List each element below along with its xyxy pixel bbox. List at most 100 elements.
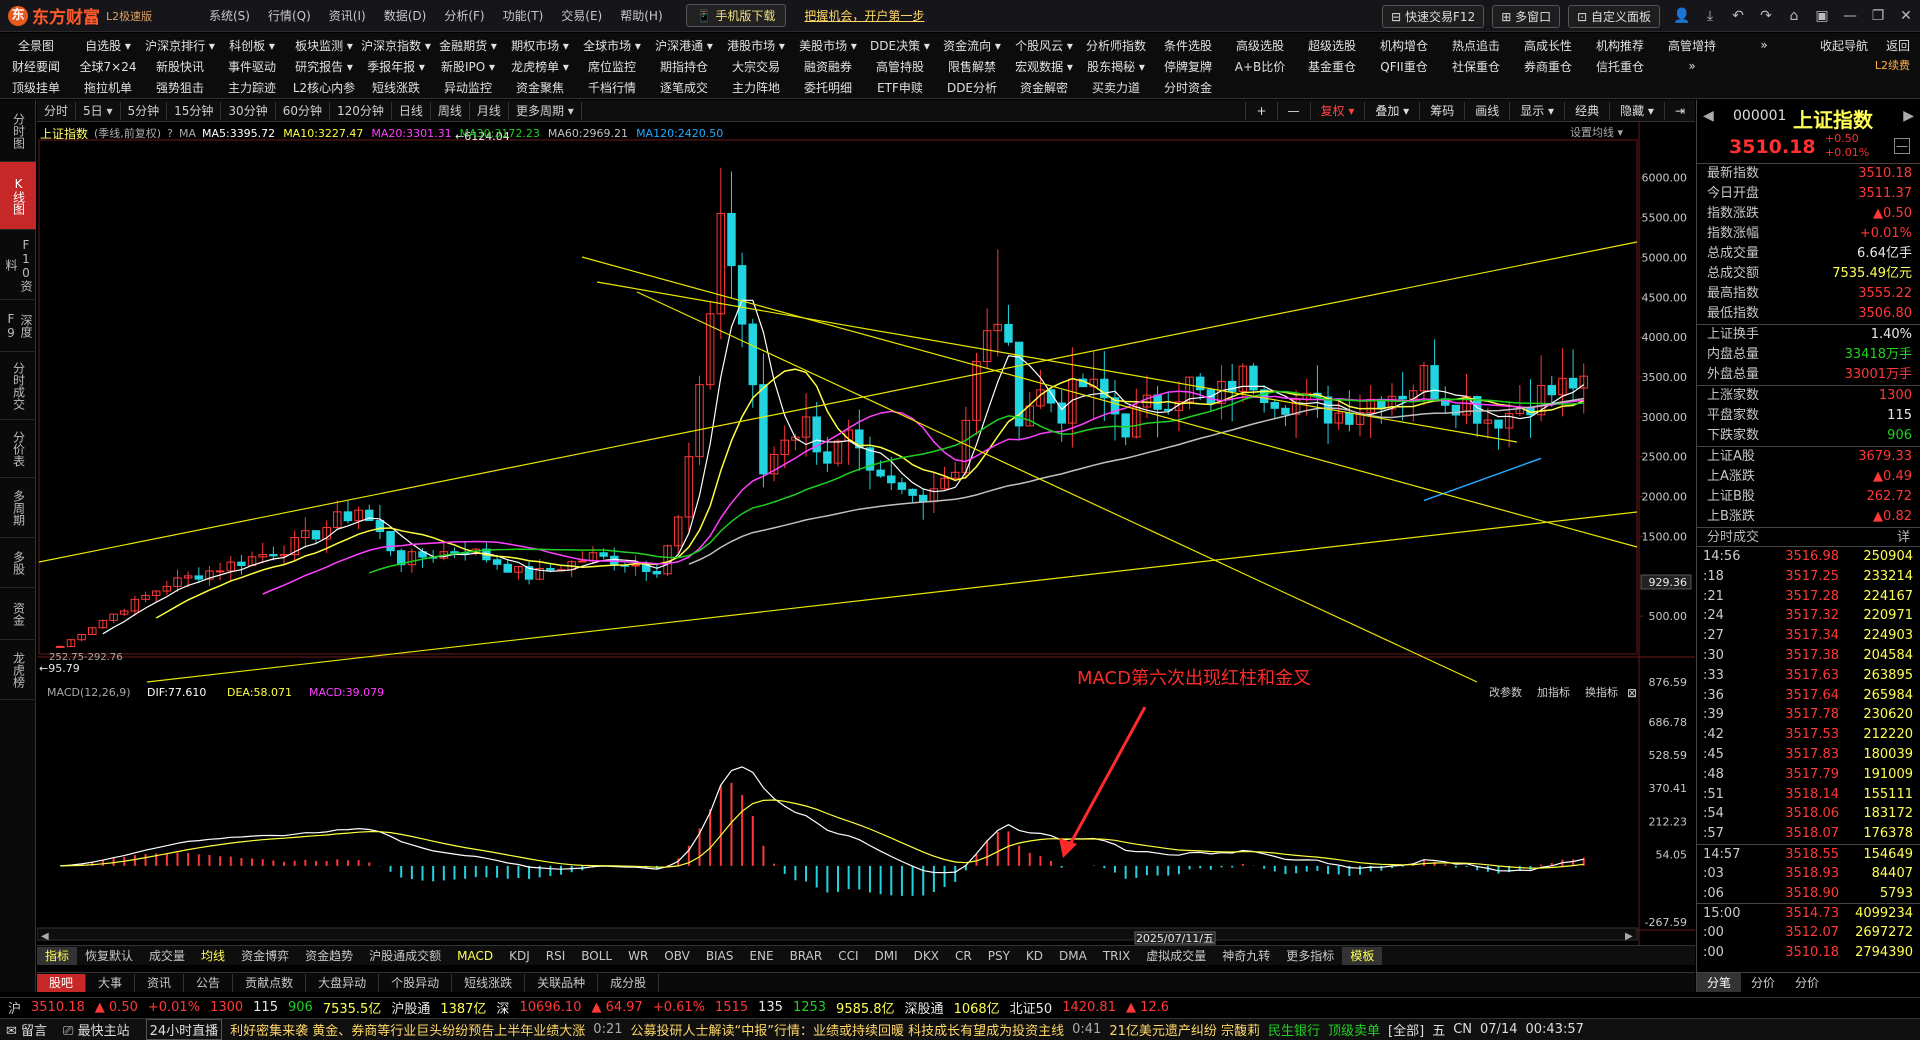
period-4[interactable]: 30分钟 [221, 101, 276, 120]
collapse-icon[interactable]: — [1894, 138, 1910, 154]
close-icon[interactable]: ✕ [1892, 8, 1920, 24]
indicator-tab-4[interactable]: 资金博弈 [233, 947, 297, 965]
chart-tool-5[interactable]: 画线 [1464, 102, 1509, 120]
nav-row3-item-8[interactable]: 千档行情 [576, 79, 648, 96]
chart-tool-7[interactable]: 经典 [1564, 102, 1609, 120]
nav-row2-item-14[interactable]: 宏观数据 ▾ [1008, 58, 1080, 75]
nav-row2-item-9[interactable]: 期指持仓 [648, 58, 720, 75]
chart-tool-4[interactable]: 筹码 [1419, 102, 1464, 120]
menu-item-6[interactable]: 交易(E) [552, 7, 611, 24]
indicator-tab-10[interactable]: BOLL [573, 947, 620, 965]
view-tab-6[interactable]: 多周期 [0, 478, 36, 538]
ime-indicator[interactable]: 五 [1432, 1020, 1445, 1039]
period-0[interactable]: 分时 [37, 101, 77, 120]
nav-row1-item-24[interactable]: » [1728, 38, 1800, 52]
nav-row3-item-16[interactable]: 分时资金 [1152, 79, 1224, 96]
server-button[interactable]: ⎚ 最快主站 [63, 1020, 138, 1039]
sh-price[interactable]: 3510.18 [31, 1000, 85, 1015]
period-2[interactable]: 5分钟 [121, 101, 168, 120]
nav-row1-item-20[interactable]: 热点追击 [1440, 37, 1512, 54]
chart-tool-3[interactable]: 叠加 ▾ [1364, 102, 1419, 120]
nav-row2-item-4[interactable]: 研究报告 ▾ [288, 58, 360, 75]
indicator-tab-15[interactable]: BRAR [782, 947, 831, 965]
nav-row2-item-13[interactable]: 限售解禁 [936, 58, 1008, 75]
nav-row3-item-2[interactable]: 强势狙击 [144, 79, 216, 96]
nav-row2-item-0[interactable]: 财经要闻 [0, 58, 72, 75]
nav-row3-item-5[interactable]: 短线涨跌 [360, 79, 432, 96]
chart-tool-6[interactable]: 显示 ▾ [1509, 102, 1564, 120]
nav-row1-item-14[interactable]: 个股风云 ▾ [1008, 37, 1080, 54]
period-3[interactable]: 15分钟 [167, 101, 222, 120]
nav-row1-item-2[interactable]: 沪深京排行 ▾ [144, 37, 216, 54]
promo-link[interactable]: 把握机会，开户第一步 [804, 7, 924, 24]
nav-row2-item-23[interactable]: » [1656, 59, 1728, 73]
info-tab-2[interactable]: 资讯 [135, 973, 185, 992]
add-indicator-button[interactable]: 加指标 [1537, 685, 1570, 699]
indicator-tab-17[interactable]: DMI [867, 947, 906, 965]
view-tab-2[interactable]: F10资料 [0, 230, 36, 300]
view-tab-5[interactable]: 分价表 [0, 420, 36, 478]
indicator-tab-18[interactable]: DKX [906, 947, 947, 965]
nav-row1-item-18[interactable]: 超级选股 [1296, 37, 1368, 54]
indicator-tab-0[interactable]: 指标 [37, 946, 78, 965]
ticks-detail-button[interactable]: 详 [1897, 528, 1910, 546]
nav-row2-item-7[interactable]: 龙虎榜单 ▾ [504, 58, 576, 75]
nav-row2-item-15[interactable]: 股东揭秘 ▾ [1080, 58, 1152, 75]
indicator-tab-22[interactable]: DMA [1051, 947, 1095, 965]
period-8[interactable]: 周线 [431, 101, 470, 120]
nav-row2-item-20[interactable]: 社保重仓 [1440, 58, 1512, 75]
nav-row1-item-9[interactable]: 沪深港通 ▾ [648, 37, 720, 54]
ticks-tab-0[interactable]: 分笔 [1697, 973, 1742, 992]
indicator-tab-26[interactable]: 更多指标 [1278, 947, 1342, 965]
indicator-tab-12[interactable]: OBV [656, 947, 698, 965]
nav-row3-item-11[interactable]: 委托明细 [792, 79, 864, 96]
sz-price[interactable]: 10696.10 [519, 1000, 581, 1015]
nav-row1-item-16[interactable]: 条件选股 [1152, 37, 1224, 54]
news-item-2[interactable]: 公募投研人士解读“中报”行情：业绩或持续回暖 科技成长有望成为投资主线 [631, 1020, 1065, 1039]
restore-icon[interactable]: ❐ [1864, 8, 1892, 24]
menu-item-7[interactable]: 帮助(H) [611, 7, 671, 24]
info-tab-1[interactable]: 大事 [86, 973, 136, 992]
chart-tool-8[interactable]: 隐藏 ▾ [1609, 102, 1664, 120]
back-icon[interactable]: ↶ [1724, 8, 1752, 24]
nav-row1-item-5[interactable]: 沪深京指数 ▾ [360, 37, 432, 54]
nav-row1-item-7[interactable]: 期权市场 ▾ [504, 37, 576, 54]
forward-icon[interactable]: ↷ [1752, 8, 1780, 24]
nav-row1-item-21[interactable]: 高成长性 [1512, 37, 1584, 54]
indicator-tab-16[interactable]: CCI [830, 947, 866, 965]
indicator-tab-27[interactable]: 模板 [1342, 946, 1383, 965]
period-9[interactable]: 月线 [470, 101, 509, 120]
indicator-tab-2[interactable]: 成交量 [141, 947, 193, 965]
mobile-download-button[interactable]: 📱 手机版下载 [685, 4, 787, 27]
indicator-tab-9[interactable]: RSI [538, 947, 574, 965]
nav-row3-item-13[interactable]: DDE分析 [936, 79, 1008, 96]
nav-row3-item-14[interactable]: 资金解密 [1008, 79, 1080, 96]
ticks-tab-1[interactable]: 分价 [1741, 973, 1785, 992]
indicator-tab-1[interactable]: 恢复默认 [77, 947, 141, 965]
ticks-tab-2[interactable]: 分价 [1785, 973, 1829, 992]
chart-tool-1[interactable]: — [1276, 102, 1310, 120]
edit-params-button[interactable]: 改参数 [1489, 685, 1522, 699]
nav-row3-item-15[interactable]: 买卖力道 [1080, 79, 1152, 96]
period-5[interactable]: 60分钟 [276, 101, 330, 120]
indicator-tab-6[interactable]: 沪股通成交额 [361, 947, 449, 965]
nav-row1-item-22[interactable]: 机构推荐 [1584, 37, 1656, 54]
message-button[interactable]: ✉ 留言 [6, 1020, 55, 1039]
info-tab-9[interactable]: 成分股 [598, 973, 660, 992]
indicator-tab-8[interactable]: KDJ [501, 947, 538, 965]
info-tab-4[interactable]: 贡献点数 [233, 973, 307, 992]
nav-row1-item-1[interactable]: 自选股 ▾ [72, 37, 144, 54]
menu-item-4[interactable]: 分析(F) [435, 7, 493, 24]
nav-row3-item-12[interactable]: ETF申赎 [864, 79, 936, 96]
nav-row2-item-18[interactable]: 基金重仓 [1296, 58, 1368, 75]
indicator-tab-3[interactable]: 均线 [193, 947, 233, 965]
nav-row2-item-16[interactable]: 停牌复牌 [1152, 58, 1224, 75]
minimize-icon[interactable]: — [1836, 8, 1864, 24]
prev-icon[interactable]: ◀ [1703, 108, 1714, 124]
nav-row1-item-11[interactable]: 美股市场 ▾ [792, 37, 864, 54]
ticks-list[interactable]: 14:56 3516.98 250904:18 3517.25 233214:21 351… [1697, 547, 1920, 963]
nav-row3-item-0[interactable]: 顶级挂单 [0, 79, 72, 96]
l2-renew-link[interactable]: L2续费 [1875, 57, 1910, 73]
chart-tool-0[interactable]: + [1245, 102, 1276, 120]
indicator-tab-5[interactable]: 资金趋势 [297, 947, 361, 965]
